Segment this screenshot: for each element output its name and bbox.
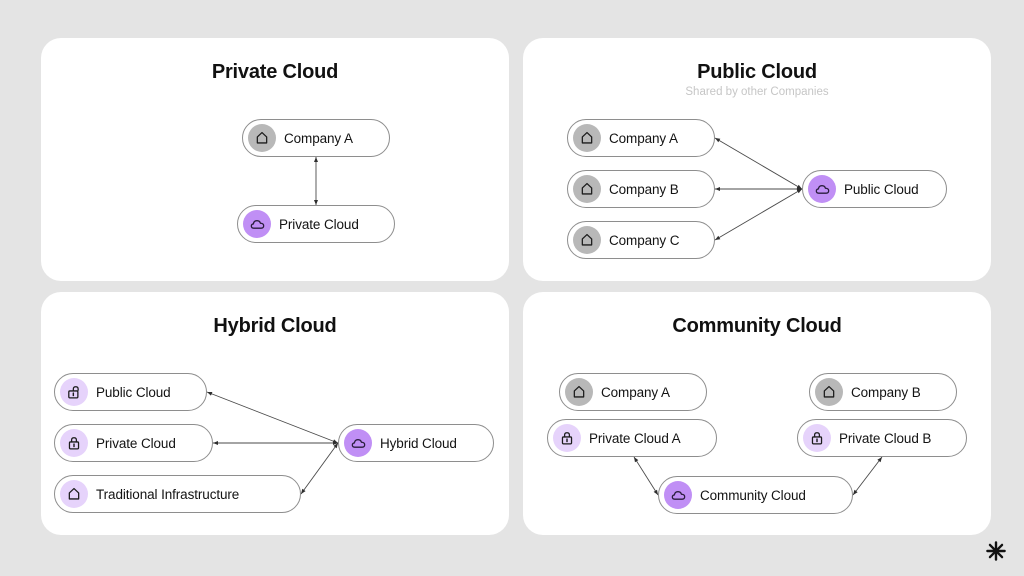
cloud-icon <box>344 429 372 457</box>
locked-padlock-icon <box>553 424 581 452</box>
panel-diagram: Company A Private Cloud <box>41 38 509 281</box>
node-label: Private Cloud A <box>589 430 681 446</box>
node-label: Company B <box>851 384 921 400</box>
node-public-cloud[interactable]: Public Cloud <box>802 170 947 208</box>
panel-public-cloud: Public Cloud Shared by other Companies Com… <box>523 38 991 281</box>
node-label: Hybrid Cloud <box>380 435 457 451</box>
node-label: Community Cloud <box>700 487 806 503</box>
node-label: Traditional Infrastructure <box>96 486 240 502</box>
edge-company-c-to-public-cloud <box>714 188 803 241</box>
unlocked-padlock-icon <box>60 378 88 406</box>
edge-company-a-to-public-cloud <box>714 137 803 190</box>
cloud-deployment-models-grid: Private Cloud Company A Private Cloud Publi… <box>41 38 991 535</box>
node-hybrid-cloud[interactable]: Hybrid Cloud <box>338 424 494 462</box>
cloud-icon <box>808 175 836 203</box>
panel-diagram: Company A Company B Private Cloud A Private… <box>523 292 991 535</box>
node-company-b[interactable]: Company B <box>809 373 957 411</box>
cloud-icon <box>243 210 271 238</box>
panel-diagram: Public Cloud Private Cloud Traditional Inf… <box>41 292 509 535</box>
node-label: Company A <box>609 130 678 146</box>
locked-padlock-icon <box>803 424 831 452</box>
home-icon <box>815 378 843 406</box>
home-icon <box>248 124 276 152</box>
node-public-cloud[interactable]: Public Cloud <box>54 373 207 411</box>
home-icon <box>565 378 593 406</box>
node-private-cloud-b[interactable]: Private Cloud B <box>797 419 967 457</box>
node-label: Public Cloud <box>96 384 171 400</box>
node-company-b[interactable]: Company B <box>567 170 715 208</box>
edge-private-cloud-a-to-community-cloud <box>633 456 659 496</box>
connector-layer <box>314 157 318 205</box>
locked-padlock-icon <box>60 429 88 457</box>
node-private-cloud-a[interactable]: Private Cloud A <box>547 419 717 457</box>
panel-community-cloud: Community Cloud Company A Company B Private… <box>523 292 991 535</box>
cloud-icon <box>664 481 692 509</box>
edge-company-b-to-public-cloud <box>715 187 802 191</box>
node-private-cloud[interactable]: Private Cloud <box>237 205 395 243</box>
edge-private-cloud-b-to-community-cloud <box>852 456 883 496</box>
home-icon <box>60 480 88 508</box>
node-company-a[interactable]: Company A <box>567 119 715 157</box>
edge-traditional-infrastructure-to-hybrid-cloud <box>300 442 339 495</box>
home-icon <box>573 124 601 152</box>
node-label: Private Cloud B <box>839 430 932 446</box>
node-label: Company A <box>601 384 670 400</box>
home-icon <box>573 226 601 254</box>
panel-diagram: Company A Company B Company C Public Cloud <box>523 38 991 281</box>
edge-company-a-to-private-cloud <box>314 157 318 205</box>
node-private-cloud[interactable]: Private Cloud <box>54 424 213 462</box>
edge-public-cloud-to-hybrid-cloud <box>206 391 339 444</box>
node-label: Private Cloud <box>96 435 176 451</box>
edge-private-cloud-to-hybrid-cloud <box>213 441 338 445</box>
panel-private-cloud: Private Cloud Company A Private Cloud <box>41 38 509 281</box>
node-company-a[interactable]: Company A <box>559 373 707 411</box>
node-company-c[interactable]: Company C <box>567 221 715 259</box>
node-community-cloud[interactable]: Community Cloud <box>658 476 853 514</box>
node-label: Public Cloud <box>844 181 919 197</box>
sparkle-asterisk-icon <box>986 541 1006 561</box>
node-traditional-infrastructure[interactable]: Traditional Infrastructure <box>54 475 301 513</box>
panel-hybrid-cloud: Hybrid Cloud Public Cloud Private Cloud Tra… <box>41 292 509 535</box>
node-label: Company B <box>609 181 679 197</box>
node-label: Company A <box>284 130 353 146</box>
node-label: Private Cloud <box>279 216 359 232</box>
node-company-a[interactable]: Company A <box>242 119 390 157</box>
node-label: Company C <box>609 232 680 248</box>
home-icon <box>573 175 601 203</box>
